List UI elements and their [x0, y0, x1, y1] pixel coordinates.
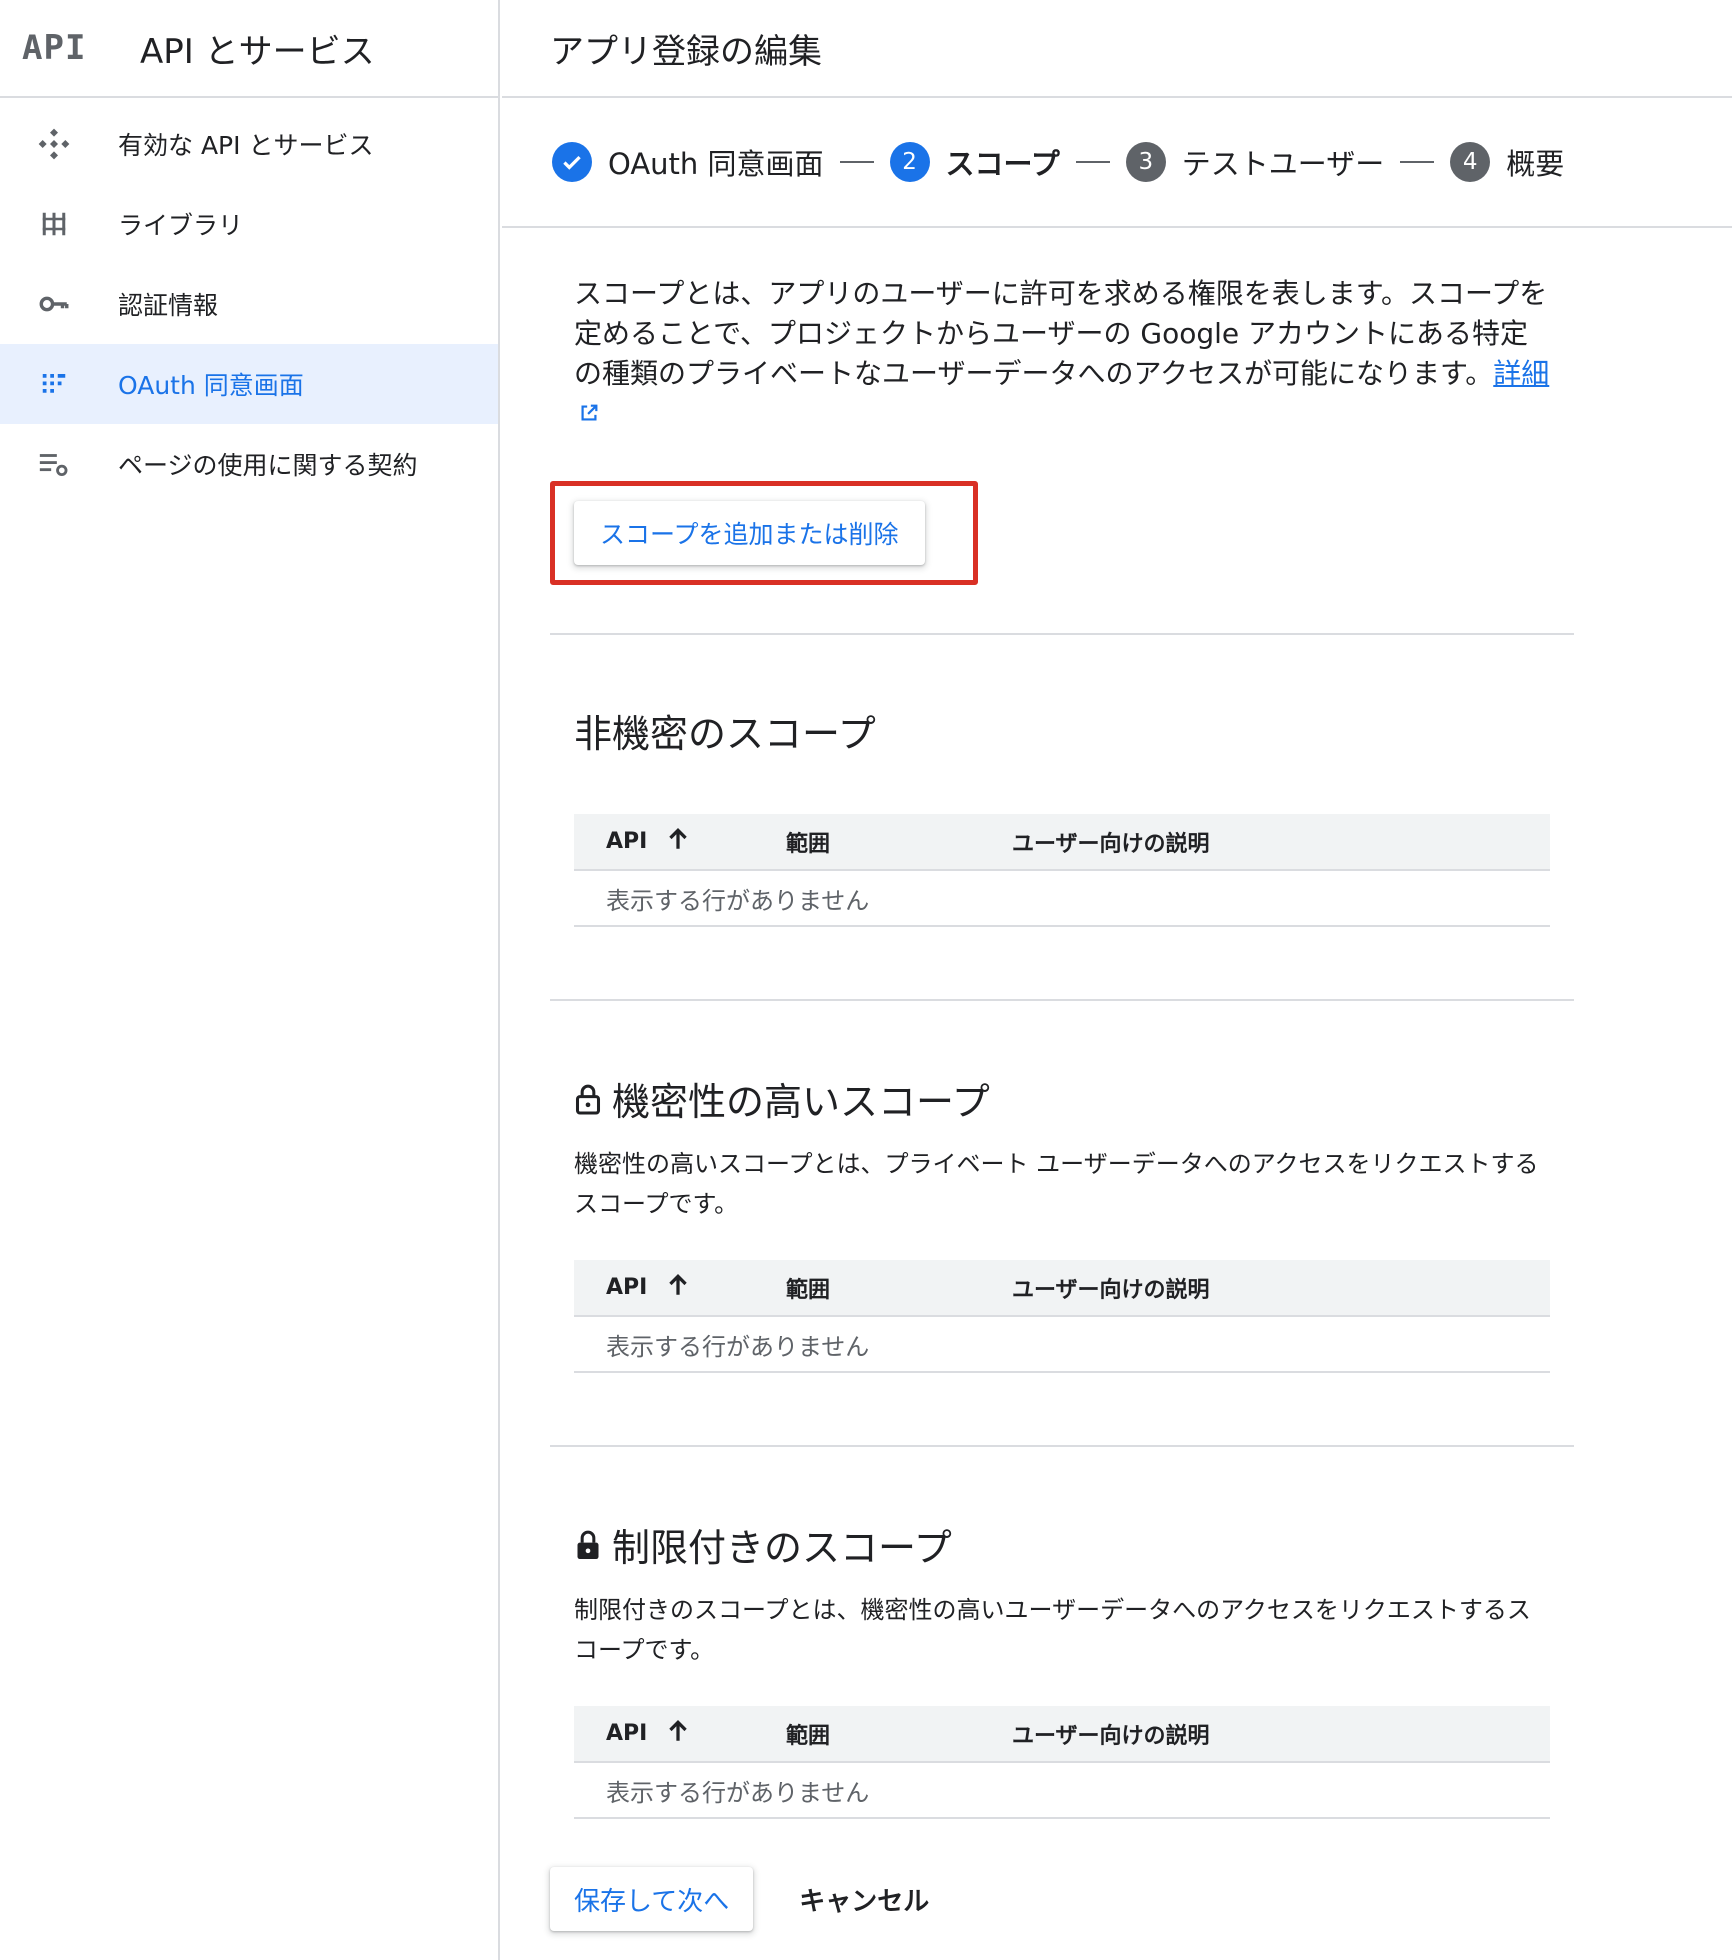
page-title: アプリ登録の編集: [550, 31, 822, 72]
section-title: 機密性の高いスコープ: [574, 1071, 1574, 1126]
step-label: 概要: [1506, 147, 1565, 181]
scopes-table: API 範囲 ユーザー向けの説明 表示する行がありません: [574, 814, 1550, 927]
column-header-scope: 範囲: [786, 1706, 1012, 1763]
main-content: アプリ登録の編集 OAuth 同意画面 2 スコープ 3 テストユーザー 4 概…: [502, 0, 1732, 1960]
section-title-text: 制限付きのスコープ: [612, 1526, 952, 1570]
cancel-button[interactable]: キャンセル: [775, 1867, 953, 1931]
step-number: 2: [889, 142, 930, 182]
step-label: スコープ: [945, 147, 1060, 181]
column-header-scope: 範囲: [786, 814, 1012, 871]
form-footer: 保存して次へ キャンセル: [550, 1867, 1574, 1931]
check-icon: [552, 142, 592, 182]
column-header-label: API: [606, 1720, 648, 1746]
step-separator: [1075, 161, 1110, 163]
sidebar-item-label: ページの使用に関する契約: [118, 451, 418, 480]
column-header-api[interactable]: API: [574, 1706, 786, 1763]
column-header-description: ユーザー向けの説明: [1012, 1706, 1550, 1763]
step-label: テストユーザー: [1181, 147, 1385, 181]
column-header-label: API: [606, 1274, 648, 1300]
step-separator: [839, 161, 874, 163]
library-icon: [34, 204, 74, 244]
table-row: 表示する行がありません: [574, 870, 1550, 927]
highlight-box: スコープを追加または削除: [550, 481, 978, 585]
sidebar-nav: 有効な API とサービス ライブラリ 認証情報 OAuth 同意画面 ページの…: [0, 98, 498, 504]
section-description: 制限付きのスコープとは、機密性の高いユーザーデータへのアクセスをリクエストするス…: [574, 1596, 1531, 1664]
sidebar-item-enabled-apis[interactable]: 有効な API とサービス: [0, 104, 498, 184]
column-header-api[interactable]: API: [574, 1260, 786, 1317]
section-title-text: 機密性の高いスコープ: [612, 1080, 990, 1124]
sidebar-item-label: OAuth 同意画面: [118, 371, 304, 400]
column-header-label: API: [606, 828, 648, 854]
key-icon: [34, 284, 74, 324]
external-link-icon[interactable]: [578, 395, 600, 435]
step-test-users[interactable]: 3 テストユーザー: [1125, 141, 1385, 183]
save-and-continue-button[interactable]: 保存して次へ: [550, 1867, 754, 1931]
arrow-up-icon[interactable]: [665, 826, 691, 858]
sidebar-item-label: 有効な API とサービス: [118, 131, 374, 160]
step-summary[interactable]: 4 概要: [1450, 141, 1564, 183]
step-separator: [1400, 161, 1435, 163]
sidebar-title: API とサービス: [140, 31, 375, 72]
column-header-description: ユーザー向けの説明: [1012, 1260, 1550, 1317]
diamond-grid-icon: [34, 124, 74, 164]
intro-text: スコープとは、アプリのユーザーに許可を求める権限を表します。スコープを定めること…: [574, 274, 1554, 435]
learn-more-link[interactable]: 詳細: [1493, 357, 1549, 390]
table-row: 表示する行がありません: [574, 1762, 1550, 1819]
section-description: 機密性の高いスコープとは、プライベート ユーザーデータへのアクセスをリクエストす…: [574, 1150, 1539, 1218]
scopes-table: API 範囲 ユーザー向けの説明 表示する行がありません: [574, 1260, 1550, 1373]
sidebar-item-credentials[interactable]: 認証情報: [0, 264, 498, 344]
step-number: 4: [1450, 142, 1491, 182]
sidebar: API API とサービス 有効な API とサービス ライブラリ 認証情報 O…: [0, 0, 500, 1960]
sidebar-item-oauth-consent[interactable]: OAuth 同意画面: [0, 344, 498, 424]
sidebar-header: API API とサービス: [0, 0, 498, 98]
intro-body: スコープとは、アプリのユーザーに許可を求める権限を表します。スコープを定めること…: [574, 277, 1548, 390]
step-label: OAuth 同意画面: [608, 147, 824, 181]
stepper: OAuth 同意画面 2 スコープ 3 テストユーザー 4 概要: [502, 98, 1732, 228]
arrow-up-icon[interactable]: [665, 1718, 691, 1750]
column-header-api[interactable]: API: [574, 814, 786, 871]
section-title: 制限付きのスコープ: [574, 1517, 1574, 1572]
arrow-up-icon[interactable]: [665, 1272, 691, 1304]
add-remove-scopes-button[interactable]: スコープを追加または削除: [574, 501, 925, 565]
empty-message: 表示する行がありません: [574, 1762, 1550, 1819]
column-header-scope: 範囲: [786, 1260, 1012, 1317]
sidebar-item-label: 認証情報: [118, 291, 219, 320]
empty-message: 表示する行がありません: [574, 870, 1550, 927]
column-header-description: ユーザー向けの説明: [1012, 814, 1550, 871]
lock-icon: [574, 1528, 602, 1562]
api-logo: API: [22, 28, 87, 68]
lock-open-outline-icon: [574, 1082, 602, 1116]
step-oauth-consent[interactable]: OAuth 同意画面: [552, 141, 824, 183]
sidebar-item-label: ライブラリ: [118, 211, 244, 240]
sensitive-scopes-section: 機密性の高いスコープ 機密性の高いスコープとは、プライベート ユーザーデータへの…: [550, 999, 1574, 1373]
step-scopes[interactable]: 2 スコープ: [889, 141, 1060, 183]
list-settings-icon: [34, 444, 74, 484]
section-title: 非機密のスコープ: [574, 703, 1574, 758]
sidebar-item-page-usage-agreements[interactable]: ページの使用に関する契約: [0, 424, 498, 504]
scopes-table: API 範囲 ユーザー向けの説明 表示する行がありません: [574, 1706, 1550, 1819]
table-row: 表示する行がありません: [574, 1316, 1550, 1373]
restricted-scopes-section: 制限付きのスコープ 制限付きのスコープとは、機密性の高いユーザーデータへのアクセ…: [550, 1445, 1574, 1819]
page-header: アプリ登録の編集: [502, 0, 1732, 98]
sidebar-item-library[interactable]: ライブラリ: [0, 184, 498, 264]
consent-grid-icon: [34, 364, 74, 404]
empty-message: 表示する行がありません: [574, 1316, 1550, 1373]
non-sensitive-scopes-section: 非機密のスコープ API 範囲 ユーザー向けの説明 表示する行がありません: [550, 633, 1574, 927]
section-title-text: 非機密のスコープ: [574, 712, 876, 756]
step-number: 3: [1125, 142, 1166, 182]
scopes-form: スコープとは、アプリのユーザーに許可を求める権限を表します。スコープを定めること…: [502, 274, 1574, 1931]
